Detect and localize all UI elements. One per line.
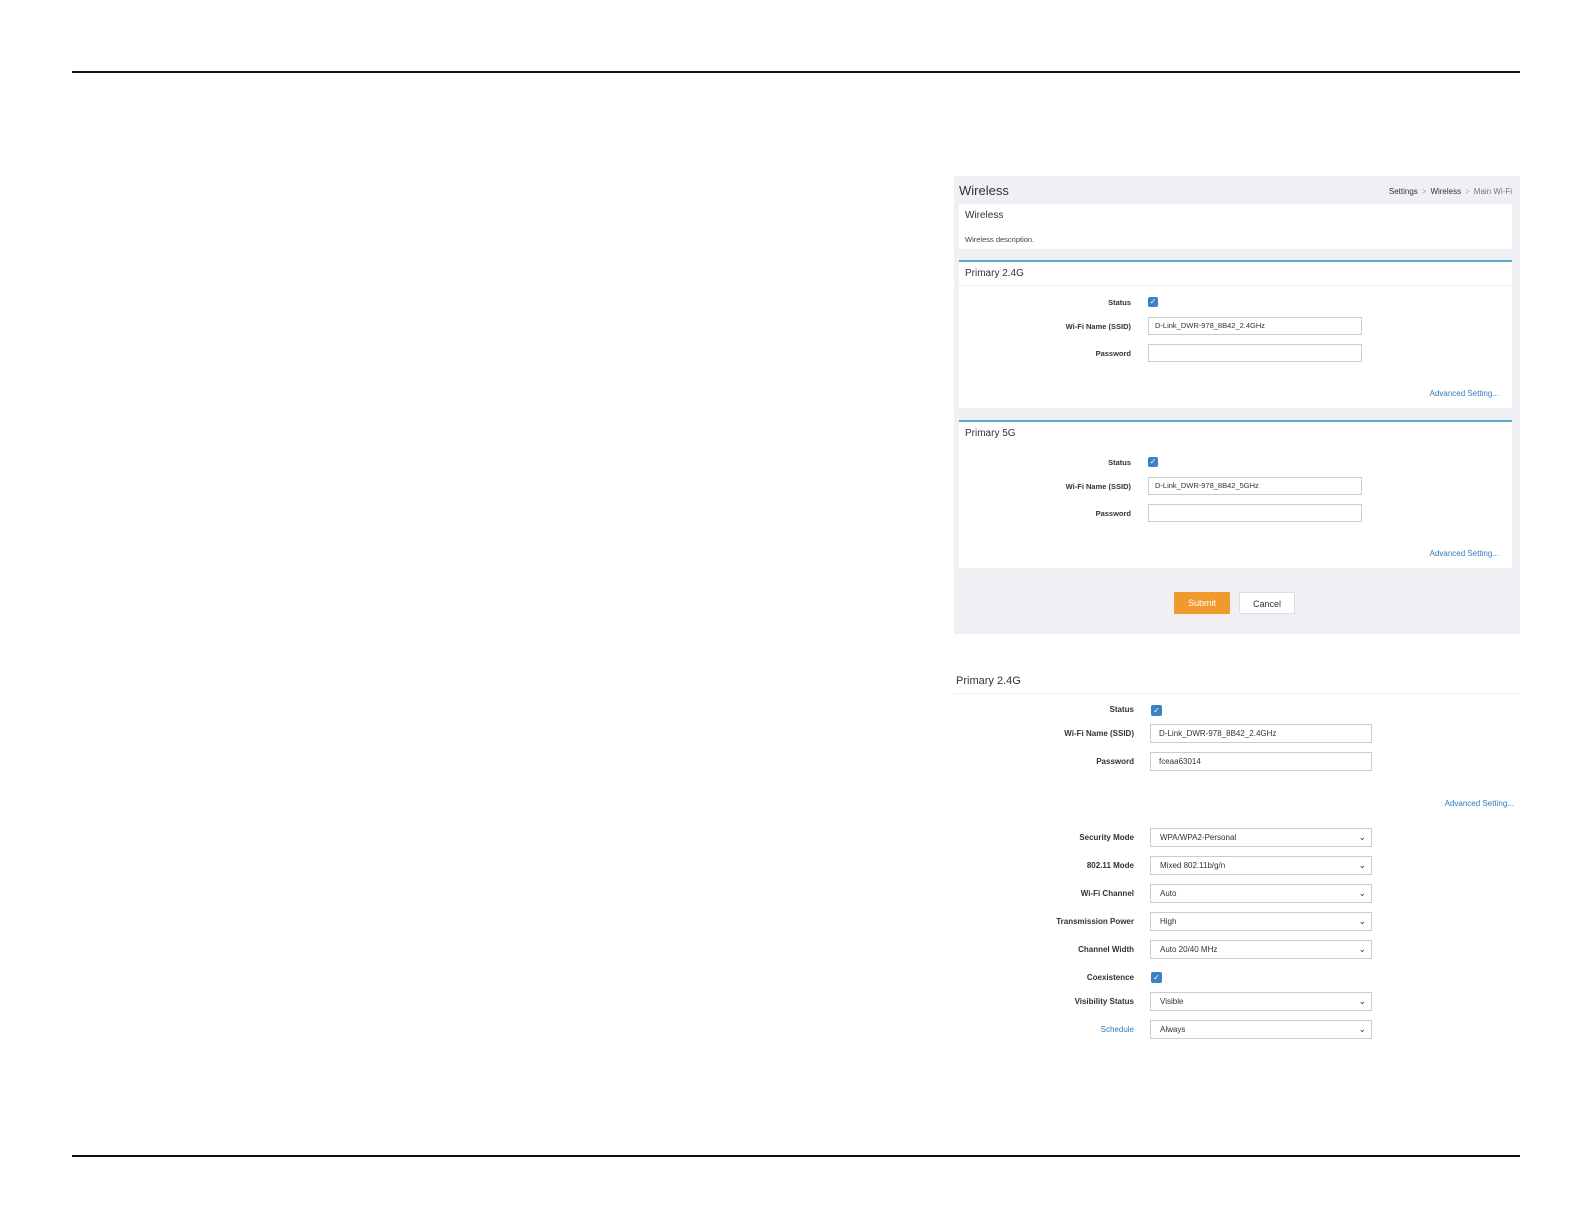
ssid-input[interactable]: D-Link_DWR-978_8B42_2.4GHz [1148,317,1362,335]
ssid-input[interactable]: D-Link_DWR-978_8B42_2.4GHz [1150,724,1372,743]
breadcrumb-wireless[interactable]: Wireless [1430,187,1461,196]
ssid-input[interactable]: D-Link_DWR-978_8B42_5GHz [1148,477,1362,495]
breadcrumb-settings[interactable]: Settings [1389,187,1418,196]
security-mode-label: Security Mode [1079,833,1134,842]
ssid-label: Wi-Fi Name (SSID) [1065,322,1131,331]
breadcrumb: Settings > Wireless > Main Wi-Fi [1389,187,1512,196]
schedule-select[interactable]: Always ⌄ [1150,1020,1372,1039]
status-label: Status [1109,705,1134,714]
chevron-down-icon: ⌄ [1358,1024,1366,1034]
chevron-down-icon: ⌄ [1358,860,1366,870]
breadcrumb-main-wifi: Main Wi-Fi [1473,187,1512,196]
checkmark-icon[interactable]: ✓ [1151,705,1162,716]
footer-rule [72,1155,1520,1157]
visibility-status-label: Visibility Status [1074,997,1134,1006]
password-label: Password [1095,349,1131,358]
transmission-power-label: Transmission Power [1056,917,1134,926]
advanced-setting-link[interactable]: Advanced Setting... [1430,389,1499,398]
ssid-label: Wi-Fi Name (SSID) [1064,729,1134,738]
80211-mode-select[interactable]: Mixed 802.11b/g/n ⌄ [1150,856,1372,875]
wireless-info-card: Wireless Wireless description. [959,204,1512,249]
password-label: Password [1096,757,1134,766]
channel-width-label: Channel Width [1078,945,1134,954]
chevron-down-icon: ⌄ [1358,996,1366,1006]
wifi-channel-select[interactable]: Auto ⌄ [1150,884,1372,903]
password-input[interactable] [1148,504,1362,522]
page-title: Wireless [959,183,1009,198]
wireless-panel: Wireless Settings > Wireless > Main Wi-Fi Wi… [954,176,1520,634]
visibility-status-value: Visible [1160,997,1184,1006]
submit-button[interactable]: Submit [1174,592,1230,614]
section-heading: Primary 5G [965,428,1016,439]
security-mode-value: WPA/WPA2-Personal [1160,833,1237,842]
chevron-down-icon: ⌄ [1358,832,1366,842]
header-rule [72,71,1520,73]
channel-width-select[interactable]: Auto 20/40 MHz ⌄ [1150,940,1372,959]
status-label: Status [1108,458,1131,467]
80211-mode-value: Mixed 802.11b/g/n [1160,861,1226,870]
password-input[interactable] [1148,344,1362,362]
transmission-power-value: High [1160,917,1177,926]
checkmark-icon[interactable]: ✓ [1148,457,1158,467]
password-label: Password [1095,509,1131,518]
breadcrumb-separator: > [1421,187,1427,196]
info-description: Wireless description. [965,235,1035,244]
wifi-channel-value: Auto [1160,889,1177,898]
breadcrumb-separator: > [1465,187,1470,196]
section-divider [959,285,1512,286]
coexistence-label: Coexistence [1086,973,1134,982]
visibility-status-select[interactable]: Visible ⌄ [1150,992,1372,1011]
primary-5g-section: Primary 5G Status ✓ Wi-Fi Name (SSID) D-… [959,420,1512,568]
checkmark-icon[interactable]: ✓ [1148,297,1158,307]
section-divider [954,693,1520,694]
checkmark-icon[interactable]: ✓ [1151,972,1162,983]
primary-24g-section: Primary 2.4G Status ✓ Wi-Fi Name (SSID) … [959,260,1512,408]
schedule-link[interactable]: Schedule [954,1025,1134,1034]
cancel-button[interactable]: Cancel [1239,592,1295,614]
advanced-setting-link[interactable]: Advanced Setting... [1430,549,1499,558]
chevron-down-icon: ⌄ [1358,944,1366,954]
ssid-label: Wi-Fi Name (SSID) [1065,482,1131,491]
schedule-value: Always [1160,1025,1186,1034]
chevron-down-icon: ⌄ [1358,916,1366,926]
channel-width-value: Auto 20/40 MHz [1160,945,1218,954]
transmission-power-select[interactable]: High ⌄ [1150,912,1372,931]
chevron-down-icon: ⌄ [1358,888,1366,898]
80211-mode-label: 802.11 Mode [1086,861,1134,870]
primary-24g-advanced-panel: Primary 2.4G Status ✓ Wi-Fi Name (SSID) … [954,670,1520,1050]
section-heading: Primary 2.4G [965,268,1024,279]
info-heading: Wireless [965,210,1004,221]
wifi-channel-label: Wi-Fi Channel [1080,889,1134,898]
section-heading: Primary 2.4G [956,675,1021,687]
status-label: Status [1108,298,1131,307]
security-mode-select[interactable]: WPA/WPA2-Personal ⌄ [1150,828,1372,847]
advanced-setting-link[interactable]: Advanced Setting... [1445,799,1514,808]
password-input[interactable]: fceaa63014 [1150,752,1372,771]
